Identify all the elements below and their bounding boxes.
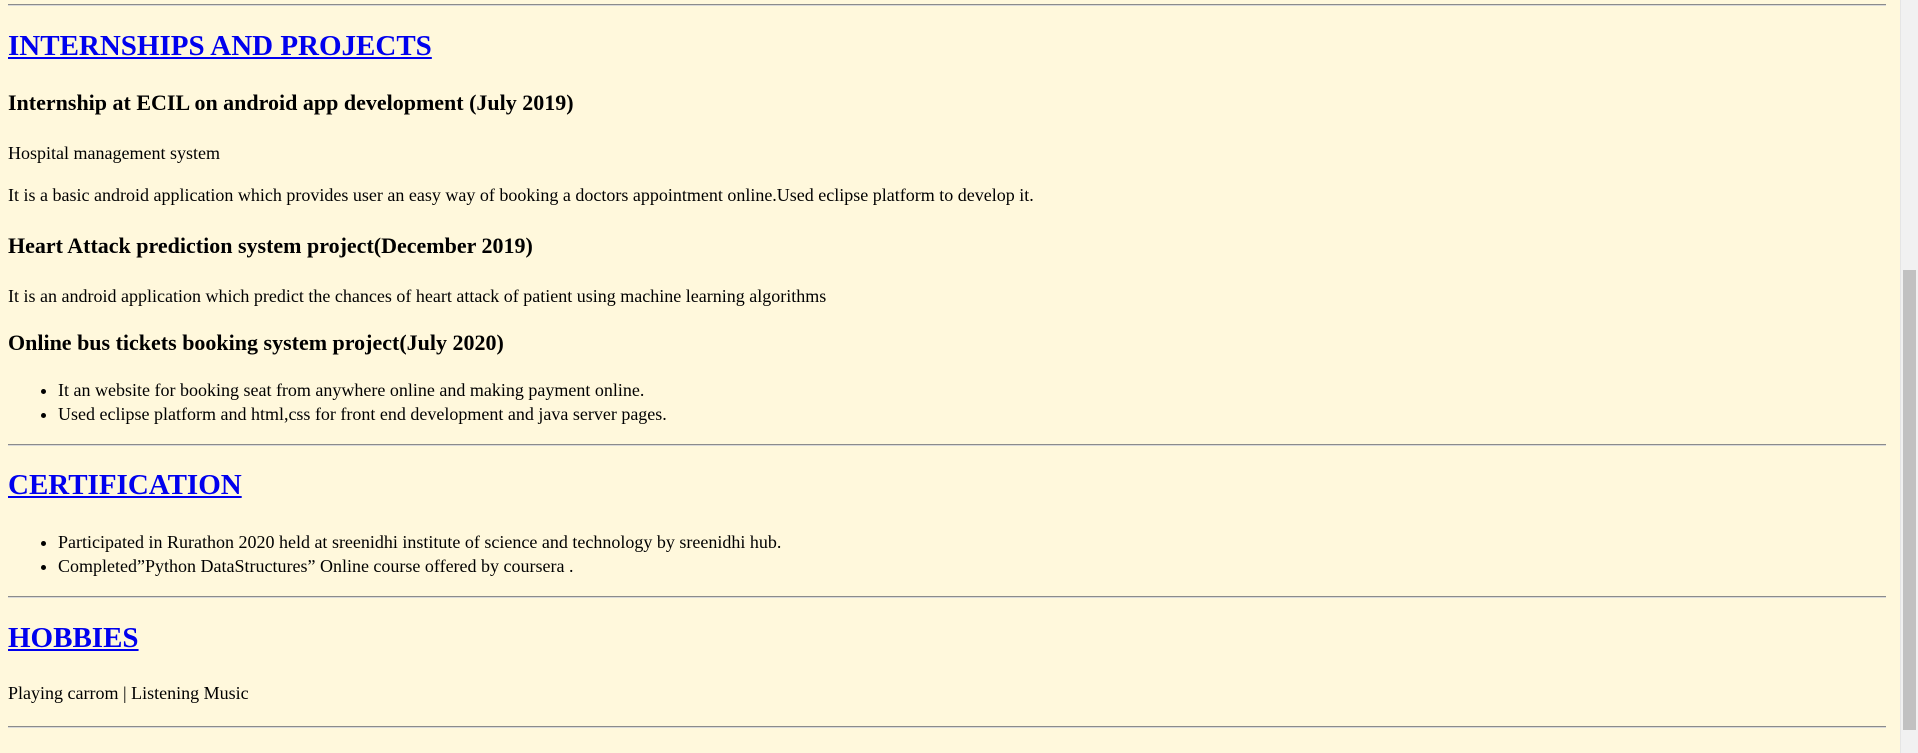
- certification-list: Participated in Rurathon 2020 held at sr…: [8, 530, 781, 578]
- hobbies-text: Playing carrom | Listening Music: [8, 683, 249, 703]
- list-item: It an website for booking seat from anyw…: [58, 378, 667, 402]
- hospital-system-title: Hospital management system: [8, 143, 220, 163]
- divider-after-certification: [8, 596, 1886, 598]
- heart-attack-project-heading: Heart Attack prediction system project(D…: [8, 233, 533, 258]
- hospital-system-description: It is a basic android application which …: [8, 185, 1034, 205]
- divider-bottom: [8, 726, 1886, 728]
- list-item: Used eclipse platform and html,css for f…: [58, 402, 667, 426]
- heart-attack-project-description: It is an android application which predi…: [8, 286, 827, 306]
- scrollbar-thumb[interactable]: [1903, 270, 1916, 730]
- divider-after-internships: [8, 444, 1886, 446]
- bus-booking-project-heading: Online bus tickets booking system projec…: [8, 330, 504, 355]
- vertical-scrollbar[interactable]: [1900, 0, 1918, 753]
- internships-section-link[interactable]: INTERNSHIPS AND PROJECTS: [8, 30, 432, 63]
- divider-top: [8, 4, 1886, 6]
- ecil-internship-heading: Internship at ECIL on android app develo…: [8, 90, 574, 115]
- resume-page: INTERNSHIPS AND PROJECTS Internship at E…: [0, 0, 1918, 753]
- list-item: Participated in Rurathon 2020 held at sr…: [58, 530, 781, 554]
- bus-booking-project-list: It an website for booking seat from anyw…: [8, 378, 667, 426]
- certification-section-link[interactable]: CERTIFICATION: [8, 469, 242, 502]
- hobbies-section-link[interactable]: HOBBIES: [8, 622, 139, 655]
- list-item: Completed”Python DataStructures” Online …: [58, 554, 781, 578]
